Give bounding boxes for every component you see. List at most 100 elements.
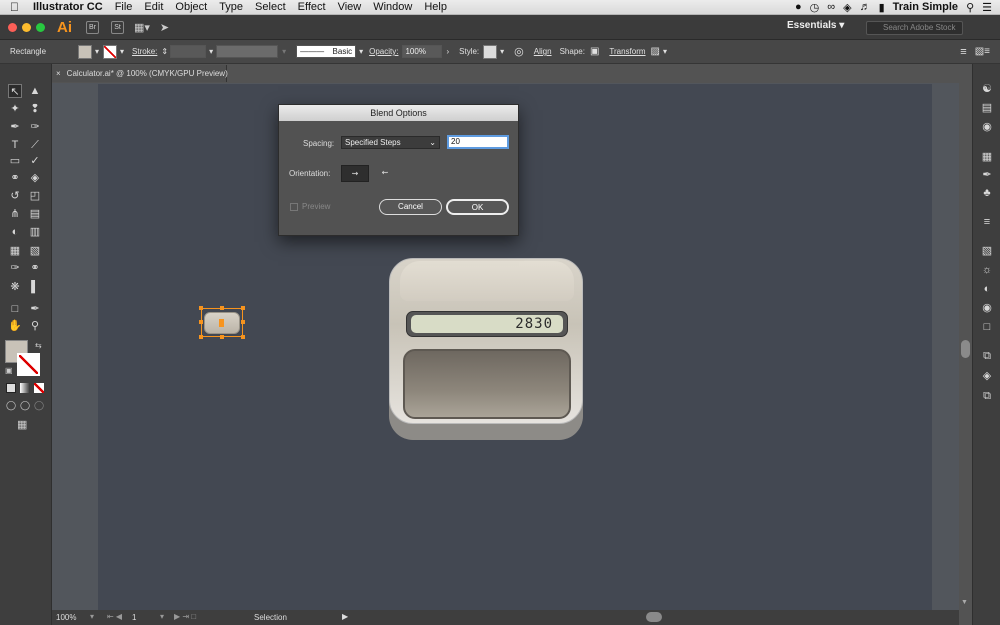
selection-tool-icon[interactable]: ↖ <box>8 84 22 98</box>
hand-tool-icon[interactable]: ✋ <box>8 319 22 333</box>
stroke-color-box[interactable] <box>17 353 40 376</box>
isolate-selected-icon[interactable]: ▨ <box>651 46 660 57</box>
time-machine-icon[interactable]: ◷ <box>810 1 820 14</box>
vertical-scrollbar[interactable]: ▼ <box>959 83 972 610</box>
stock-search-input[interactable]: Search Adobe Stock <box>866 21 963 35</box>
first-artboard-icon[interactable]: ⇤ ◀ <box>107 612 122 621</box>
apple-menu-icon[interactable]:  <box>0 0 27 14</box>
paintbrush-tool-icon[interactable]: ✓ <box>28 154 42 168</box>
menu-help[interactable]: Help <box>418 1 453 13</box>
zoom-dropdown-icon[interactable]: ▾ <box>90 612 94 621</box>
color-guide-panel-icon[interactable]: ☯ <box>980 82 994 96</box>
scale-tool-icon[interactable]: ◰ <box>28 189 42 203</box>
scroll-down-arrow-icon[interactable]: ▼ <box>961 599 968 606</box>
toggle-panels-icon[interactable]: ≡ <box>960 46 966 58</box>
stroke-swatch[interactable] <box>103 44 118 59</box>
stroke-weight-dropdown-icon[interactable]: ▾ <box>209 47 213 56</box>
slice-tool-icon[interactable]: ✒ <box>28 302 42 316</box>
asset-export-panel-icon[interactable]: □ <box>980 320 994 334</box>
arrange-panel-icon[interactable]: ▧≡ <box>975 46 990 57</box>
blend-tool-icon[interactable]: ⚭ <box>28 261 42 275</box>
menu-effect[interactable]: Effect <box>292 1 332 13</box>
width-tool-icon[interactable]: ⋔ <box>8 207 22 221</box>
bluetooth-icon[interactable]: ∞ <box>827 1 835 13</box>
handle-bottom-left[interactable] <box>199 335 203 339</box>
align-panel-link[interactable]: Align <box>534 47 552 56</box>
menu-user-name[interactable]: Train Simple <box>893 1 958 13</box>
graphic-styles-panel-icon[interactable]: ◉ <box>980 301 994 315</box>
color-mode-icon[interactable] <box>6 383 16 393</box>
bridge-button[interactable]: Br <box>86 20 99 34</box>
direct-selection-tool-icon[interactable]: ▲ <box>28 84 42 98</box>
battery-icon[interactable]: ▮ <box>879 1 885 14</box>
fill-swatch[interactable] <box>78 44 92 59</box>
brushes-panel-icon[interactable]: ✒ <box>980 168 994 182</box>
menu-type[interactable]: Type <box>213 1 249 13</box>
stroke-weight-field[interactable] <box>170 45 207 58</box>
selected-small-shape[interactable] <box>199 306 245 339</box>
shaper-tool-icon[interactable]: ⚭ <box>8 171 22 185</box>
pathfinder-panel-icon[interactable]: ⧉ <box>980 389 994 403</box>
artboard-dropdown-icon[interactable]: ▾ <box>160 612 164 621</box>
line-segment-tool-icon[interactable]: ⟋ <box>28 138 42 152</box>
stroke-label[interactable]: Stroke: <box>132 47 157 56</box>
last-artboard-icon[interactable]: ▶ ⇥ □ <box>174 612 196 621</box>
layers-panel-icon[interactable]: ◈ <box>980 369 994 383</box>
menu-select[interactable]: Select <box>249 1 292 13</box>
rotate-tool-icon[interactable]: ↺ <box>8 189 22 203</box>
status-mode-label[interactable]: Selection <box>254 613 287 622</box>
control-menu-icon[interactable]: ▾ <box>663 47 667 56</box>
close-window-icon[interactable] <box>8 22 17 32</box>
swap-fill-stroke-icon[interactable]: ⇆ <box>35 341 42 350</box>
handle-middle-right[interactable] <box>241 320 245 324</box>
arrange-documents-icon[interactable]: ▦▾ <box>134 21 150 34</box>
screen-mode-icon[interactable]: ▦ <box>17 418 27 431</box>
opacity-field[interactable]: 100% <box>402 45 443 58</box>
document-tab[interactable]: × Calculator.ai* @ 100% (CMYK/GPU Preview… <box>52 65 228 82</box>
stroke-panel-icon[interactable]: ≡ <box>980 215 994 229</box>
workspace-switcher[interactable]: Essentials ▾ <box>787 20 844 31</box>
brush-definition[interactable]: ——— Basic <box>296 45 357 58</box>
cancel-button[interactable]: Cancel <box>379 199 442 215</box>
handle-bottom-right[interactable] <box>241 335 245 339</box>
artboard-tool-icon[interactable]: □ <box>8 302 22 316</box>
gradient-panel-icon[interactable]: ▧ <box>980 244 994 258</box>
menu-file[interactable]: File <box>109 1 139 13</box>
variable-width-dropdown-icon[interactable]: ▾ <box>282 47 286 56</box>
handle-bottom-center[interactable] <box>220 335 224 339</box>
fill-dropdown-icon[interactable]: ▾ <box>95 47 99 56</box>
spacing-select[interactable]: Specified Steps ⌄ <box>341 136 440 149</box>
menu-edit[interactable]: Edit <box>138 1 169 13</box>
lasso-tool-icon[interactable]: ❢ <box>28 102 42 116</box>
status-menu-arrow-icon[interactable]: ▶ <box>342 612 348 621</box>
type-tool-icon[interactable]: T <box>8 138 22 152</box>
graphic-style-swatch[interactable] <box>483 44 498 59</box>
creative-cloud-icon[interactable]: ● <box>795 1 802 13</box>
menu-view[interactable]: View <box>332 1 368 13</box>
draw-inside-icon[interactable]: ◯ <box>34 400 44 411</box>
handle-middle-left[interactable] <box>199 320 203 324</box>
gradient-tool-icon[interactable]: ▧ <box>28 244 42 258</box>
magic-wand-tool-icon[interactable]: ✦ <box>8 102 22 116</box>
ok-button[interactable]: OK <box>446 199 509 215</box>
artboards-panel-icon[interactable]: ⧉ <box>980 349 994 363</box>
preview-checkbox[interactable] <box>290 203 298 211</box>
gpu-performance-icon[interactable]: ➤ <box>160 21 169 34</box>
opacity-label[interactable]: Opacity: <box>369 47 398 56</box>
zoom-tool-icon[interactable]: ⚲ <box>28 319 42 333</box>
minimize-window-icon[interactable] <box>22 22 31 32</box>
gradient-mode-icon[interactable] <box>20 383 30 393</box>
brush-dropdown-icon[interactable]: ▾ <box>359 47 363 56</box>
wifi-icon[interactable]: ◈ <box>843 1 851 14</box>
handle-top-left[interactable] <box>199 306 203 310</box>
eyedropper-tool-icon[interactable]: ✑ <box>8 261 22 275</box>
perspective-grid-tool-icon[interactable]: ▥ <box>28 225 42 239</box>
draw-normal-icon[interactable]: ◯ <box>6 400 16 411</box>
libraries-panel-icon[interactable]: ▤ <box>980 101 994 115</box>
opacity-arrow-icon[interactable]: › <box>446 47 449 56</box>
calculator-artwork[interactable]: 2830 <box>389 258 583 440</box>
artboard-number-field[interactable]: 1 <box>132 613 136 622</box>
swatches-panel-icon[interactable]: ▦ <box>980 150 994 164</box>
volume-icon[interactable]: ♬ <box>860 1 871 13</box>
recolor-artwork-icon[interactable]: ◎ <box>514 45 524 58</box>
